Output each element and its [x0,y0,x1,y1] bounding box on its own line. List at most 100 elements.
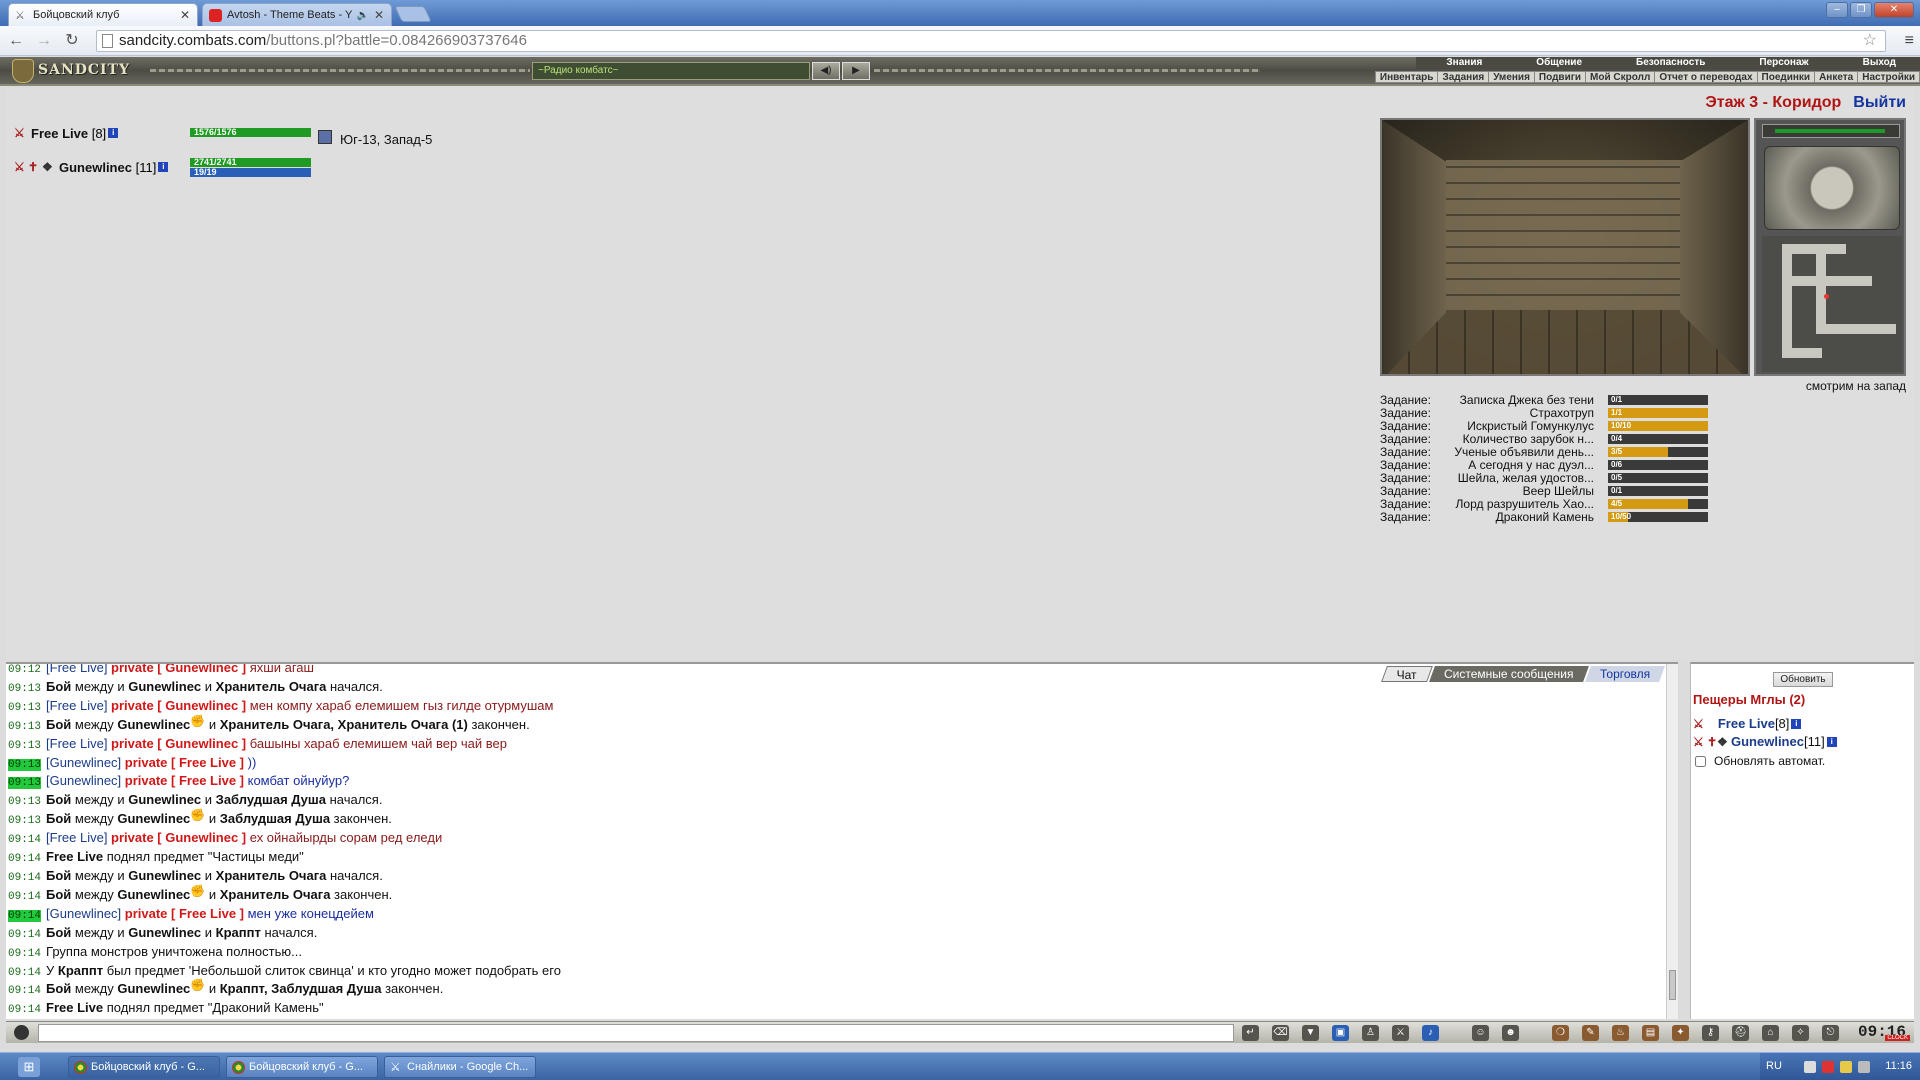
hamburger-menu-icon[interactable]: ≡ [1905,32,1914,50]
filter-icon[interactable]: ▼ [1302,1025,1319,1041]
chat-timestamp[interactable]: 09:13 [8,758,42,771]
forward-arrow-icon[interactable]: → [34,32,54,50]
menu-knowledge[interactable]: Знания [1416,57,1506,69]
radio-player[interactable]: ~Радио комбатс~ [532,62,810,80]
player-name[interactable]: Gunewlinec [59,160,132,175]
submenu-inventory[interactable]: Инвентарь [1376,72,1439,83]
chat-sender[interactable]: [Free Live] [46,698,107,713]
player-name[interactable]: Gunewlinec [1731,734,1804,749]
tab-youtube[interactable]: Avtosh - Theme Beats - Y 🔈 ✕ [202,3,392,26]
taskbar-item[interactable]: Бойцовский клуб - G... [68,1056,220,1078]
close-icon[interactable]: ✕ [374,8,384,22]
tab-trade[interactable]: Торговля [1584,666,1665,682]
menu-communication[interactable]: Общение [1506,57,1606,69]
chat-sender[interactable]: [Free Live] [46,830,107,845]
mute-icon[interactable]: ◀) [812,62,840,80]
system-time[interactable]: 11:16 [1885,1060,1912,1072]
minimize-icon[interactable]: – [1826,2,1848,18]
tab-system-messages[interactable]: Системные сообщения [1429,666,1589,682]
chat-timestamp[interactable]: 09:14 [8,834,41,846]
exit-door-icon[interactable]: ⎋ [1822,1025,1839,1041]
chat-timestamp[interactable]: 09:13 [8,777,42,790]
volume-icon[interactable] [1840,1061,1852,1073]
key-icon[interactable]: ⚷ [1702,1025,1719,1041]
player-name[interactable]: Free Live [31,126,88,141]
chat-private-tag[interactable]: private [ Gunewlinec ] [107,830,246,845]
player-gunewlinec[interactable]: ⚔ ✝ ❖ Gunewlinec [11] i [14,158,169,176]
chat-timestamp[interactable]: 09:13 [8,796,41,808]
start-button[interactable]: ⊞ [18,1057,40,1077]
smiley-icon[interactable]: ☺ [1472,1025,1489,1041]
info-icon[interactable]: i [1826,736,1837,747]
chat-timestamp[interactable]: 09:14 [8,1004,41,1016]
flag-icon[interactable] [1822,1061,1834,1073]
friends-icon[interactable]: ☻ [1502,1025,1519,1041]
info-icon[interactable]: i [158,162,169,172]
back-arrow-icon[interactable]: ← [6,32,26,50]
language-indicator[interactable]: RU [1766,1060,1782,1072]
menu-exit[interactable]: Выход [1833,57,1920,69]
info-icon[interactable]: i [108,128,119,138]
taskbar-item[interactable]: ⚔ Снайлики - Google Ch... [384,1056,536,1078]
quest-row[interactable]: Задание: Драконий Камень 10/50 [1380,511,1710,524]
battle-log-icon[interactable]: ✊ [190,714,205,730]
auto-refresh-toggle[interactable]: Обновлять автомат. [1695,754,1825,768]
chat-timestamp[interactable]: 09:13 [8,815,41,827]
player-name[interactable]: Free Live [1718,716,1775,731]
battery-icon[interactable] [1858,1061,1870,1073]
sword-filter-icon[interactable]: ⚔ [1392,1025,1409,1041]
chat-private-tag[interactable]: private [ Gunewlinec ] [107,698,246,713]
chat-private-tag[interactable]: private [ Gunewlinec ] [107,664,246,675]
restore-icon[interactable]: ❐ [1850,2,1872,18]
save-icon[interactable]: ▣ [1332,1025,1349,1041]
menu-character[interactable]: Персонаж [1729,57,1832,69]
refresh-button[interactable]: Обновить [1773,672,1833,687]
chat-timestamp[interactable]: 09:14 [8,853,41,865]
chat-timestamp[interactable]: 09:14 [8,929,41,941]
helmet-icon[interactable]: ⛑ [1732,1025,1749,1041]
submenu-quests[interactable]: Задания [1438,72,1490,83]
chat-timestamp[interactable]: 09:12 [8,664,41,676]
chat-timestamp[interactable]: 09:13 [8,702,41,714]
chat-scrollbar[interactable] [1666,664,1678,1019]
submenu-settings[interactable]: Настройки [1858,72,1919,83]
player-free-live[interactable]: ⚔ Free Live [8] i [14,124,119,142]
sandcity-logo[interactable]: SANDCITY [12,59,150,83]
tab-chat[interactable]: Чат [1381,666,1434,682]
menu-security[interactable]: Безопасность [1606,57,1729,69]
navigation-compass[interactable] [1764,146,1900,230]
chat-timestamp[interactable]: 09:14 [8,872,41,884]
location-player-free-live[interactable]: ⚔ Free Live [8] i [1693,716,1802,731]
chest-icon[interactable]: ▤ [1642,1025,1659,1041]
location-player-gunewlinec[interactable]: ⚔ ✝ ❖ Gunewlinec [11] i [1693,734,1837,749]
chat-sender[interactable]: [Gunewlinec] [46,755,121,770]
scrollbar-thumb[interactable] [1669,970,1676,1000]
send-icon[interactable]: ↵ [1242,1025,1259,1041]
network-icon[interactable] [1804,1061,1816,1073]
chat-settings-icon[interactable] [14,1025,29,1040]
new-tab-button[interactable] [394,6,432,22]
battle-log-icon[interactable]: ✊ [190,978,205,994]
battle-log-icon[interactable]: ✊ [190,884,205,900]
battle-log-icon[interactable]: ✊ [190,808,205,824]
submenu-my-scroll[interactable]: Мой Скролл [1586,72,1656,83]
chat-timestamp[interactable]: 09:14 [8,967,41,979]
bag-icon[interactable]: ❍ [1552,1025,1569,1041]
music-icon[interactable]: ♪ [1422,1025,1439,1041]
submenu-transfers[interactable]: Отчет о переводах [1655,72,1758,83]
tab-fightclub[interactable]: ⚔ Бойцовский клуб ✕ [8,3,198,26]
window-close-icon[interactable]: ✕ [1874,2,1914,18]
torch-icon[interactable]: ✦ [1672,1025,1689,1041]
clear-chat-icon[interactable]: ⌫ [1272,1025,1289,1041]
chat-timestamp[interactable]: 09:13 [8,721,41,733]
chat-timestamp[interactable]: 09:14 [8,948,41,960]
chat-sender[interactable]: [Free Live] [46,664,107,675]
lock-icon[interactable]: ⌂ [1762,1025,1779,1041]
chat-sender[interactable]: [Free Live] [46,736,107,751]
dungeon-view[interactable] [1380,118,1750,376]
chat-input[interactable] [38,1024,1234,1042]
reload-icon[interactable]: ↻ [62,32,82,50]
submenu-profile[interactable]: Анкета [1815,72,1859,83]
auto-refresh-checkbox[interactable] [1695,755,1706,767]
submenu-feats[interactable]: Подвиги [1535,72,1587,83]
